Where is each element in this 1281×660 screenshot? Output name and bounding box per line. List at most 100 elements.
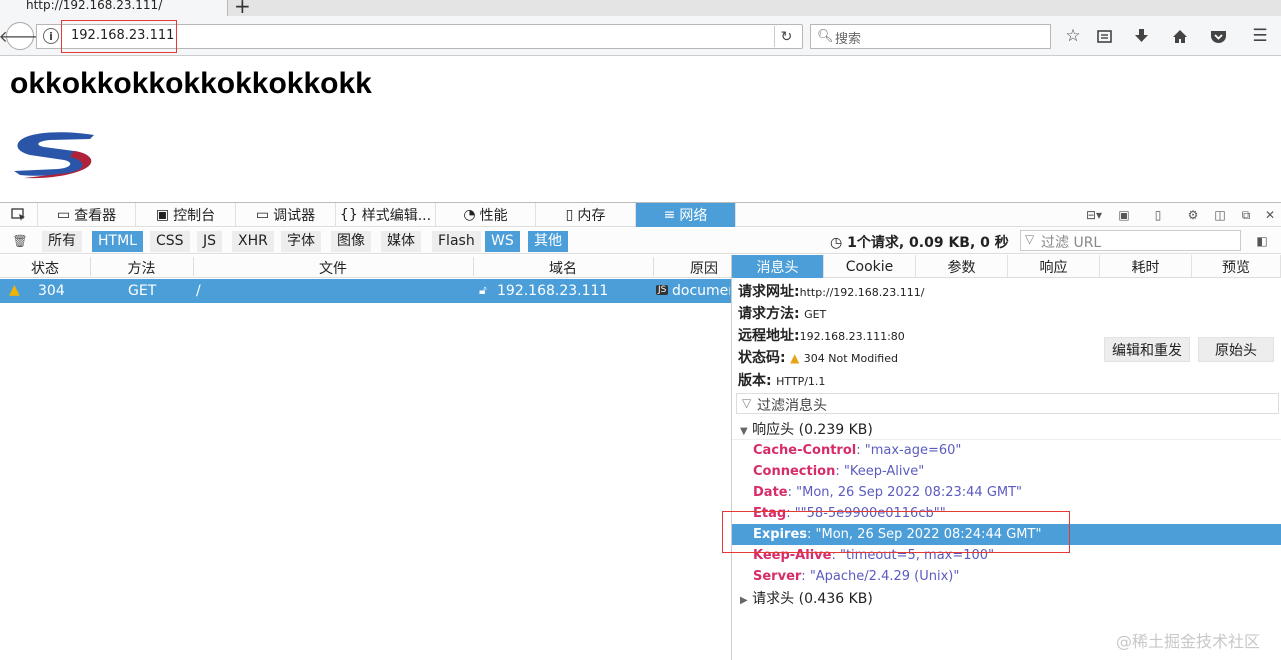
pocket-icon[interactable] xyxy=(1206,24,1230,48)
chevron-down-icon: ▼ xyxy=(740,426,748,437)
filter-js[interactable]: JS xyxy=(197,231,223,252)
tab-timings[interactable]: 耗时 xyxy=(1100,255,1192,278)
version-row: 版本: HTTP/1.1 xyxy=(738,373,826,389)
column-domain[interactable]: 域名 xyxy=(473,258,653,278)
raw-headers-button[interactable]: 原始头 xyxy=(1198,337,1274,362)
tab-response[interactable]: 响应 xyxy=(1008,255,1100,278)
filter-css[interactable]: CSS xyxy=(150,231,190,252)
split-console-icon[interactable]: ▣ xyxy=(1116,207,1132,223)
navigation-bar: 🡐 i 192.168.23.111 ↻ 🔍︎ 搜索 ☆ ☰ xyxy=(0,16,1281,56)
split-layout-icon[interactable]: ⊟▾ xyxy=(1082,207,1106,223)
header-line-expires[interactable]: Expires: "Mon, 26 Sep 2022 08:24:44 GMT" xyxy=(732,524,1281,545)
request-method-row: 请求方法: GET xyxy=(738,306,827,322)
filter-other[interactable]: 其他 xyxy=(528,231,568,252)
undock-window-icon[interactable]: ⧉ xyxy=(1238,207,1254,223)
browser-tab[interactable]: http://192.168.23.111/ xyxy=(0,0,228,16)
responsive-mode-icon[interactable]: ▯ xyxy=(1150,207,1166,223)
request-domain: 192.168.23.111 xyxy=(497,283,609,299)
dock-side-icon[interactable]: ◫ xyxy=(1212,207,1228,223)
tab-strip: http://192.168.23.111/ + xyxy=(0,0,1281,18)
tab-cookies[interactable]: Cookie xyxy=(824,255,916,278)
request-status: 304 xyxy=(38,283,65,299)
network-icon: ≡ xyxy=(663,207,676,223)
url-filter-input[interactable]: ▽ 过滤 URL xyxy=(1020,230,1241,251)
request-list-header: 状态 方法 文件 域名 原因 xyxy=(0,255,732,278)
home-icon[interactable] xyxy=(1168,24,1192,48)
column-status[interactable]: 状态 xyxy=(0,258,90,278)
tab-performance[interactable]: ◔ 性能 xyxy=(436,203,536,227)
bookmarks-list-icon[interactable] xyxy=(1092,24,1116,48)
filter-html[interactable]: HTML xyxy=(92,231,143,252)
request-headers-section[interactable]: ▶ 请求头 (0.436 KB) xyxy=(740,588,873,608)
devtools-toolbar: ▭ 查看器 ▣ 控制台 ▭ 调试器 {} 样式编辑... ◔ 性能 ▯ 内存 ≡ 网络 ⊟▾ … xyxy=(0,203,1281,227)
status-warning-icon: ▲ xyxy=(790,351,800,365)
edit-resend-button[interactable]: 编辑和重发 xyxy=(1104,337,1190,362)
close-devtools-icon[interactable]: ✕ xyxy=(1262,207,1278,223)
filter-media[interactable]: 媒体 xyxy=(381,231,421,252)
status-code-row: 状态码: ▲ 304 Not Modified xyxy=(738,350,898,366)
watermark: @稀土掘金技术社区 xyxy=(1116,632,1261,651)
insecure-connection-icon: 🔓︎ xyxy=(479,283,487,297)
header-line-connection[interactable]: Connection: "Keep-Alive" xyxy=(732,461,1281,482)
bookmark-star-icon[interactable]: ☆ xyxy=(1061,24,1085,48)
site-info-icon[interactable]: i xyxy=(43,28,59,44)
request-url-row: 请求网址:http://192.168.23.111/ xyxy=(738,284,925,300)
tab-preview[interactable]: 预览 xyxy=(1192,255,1281,278)
header-line-server[interactable]: Server: "Apache/2.4.29 (Unix)" xyxy=(732,566,1281,587)
header-line-etag[interactable]: Etag: ""58-5e9900e0116cb"" xyxy=(732,503,1281,524)
js-cause-icon: JS xyxy=(656,285,669,295)
back-button[interactable]: 🡐 xyxy=(0,22,41,50)
console-icon: ▣ xyxy=(155,207,170,223)
tab-style-editor[interactable]: {} 样式编辑... xyxy=(336,203,436,227)
filter-flash[interactable]: Flash xyxy=(432,231,481,252)
request-method-value: GET xyxy=(804,308,827,321)
menu-icon[interactable]: ☰ xyxy=(1248,24,1272,48)
details-tabs: 消息头 Cookie 参数 响应 耗时 预览 xyxy=(732,255,1281,278)
remote-address-value: 192.168.23.111:80 xyxy=(799,330,905,343)
tab-memory[interactable]: ▯ 内存 xyxy=(536,203,636,227)
column-method[interactable]: 方法 xyxy=(90,258,193,278)
tab-headers[interactable]: 消息头 xyxy=(732,255,824,278)
url-bar[interactable]: i 192.168.23.111 ↻ xyxy=(36,24,803,49)
version-value: HTTP/1.1 xyxy=(776,375,826,388)
header-line-date[interactable]: Date: "Mon, 26 Sep 2022 08:23:44 GMT" xyxy=(732,482,1281,503)
header-line-cache-control[interactable]: Cache-Control: "max-age=60" xyxy=(732,440,1281,461)
network-filter-bar: 🗑︎ 所有 HTML CSS JS XHR 字体 图像 媒体 Flash WS … xyxy=(0,228,1281,254)
toggle-sidebar-icon[interactable]: ◧ xyxy=(1254,233,1270,249)
tab-params[interactable]: 参数 xyxy=(916,255,1008,278)
tab-network[interactable]: ≡ 网络 xyxy=(636,203,736,227)
filter-all[interactable]: 所有 xyxy=(42,231,82,252)
tab-console[interactable]: ▣ 控制台 xyxy=(136,203,236,227)
settings-gear-icon[interactable]: ⚙ xyxy=(1185,207,1201,223)
filter-ws[interactable]: WS xyxy=(485,231,520,252)
tab-debugger[interactable]: ▭ 调试器 xyxy=(236,203,336,227)
memory-icon: ▯ xyxy=(565,207,574,223)
request-method: GET xyxy=(128,283,157,299)
performance-icon: ◔ xyxy=(463,207,476,223)
style-editor-icon: {} xyxy=(339,207,358,223)
clear-trash-icon[interactable]: 🗑︎ xyxy=(12,233,28,249)
pick-element-button[interactable] xyxy=(0,203,38,227)
logo-image xyxy=(10,131,96,185)
search-input[interactable]: 🔍︎ 搜索 xyxy=(810,24,1051,49)
column-file[interactable]: 文件 xyxy=(193,258,473,278)
filter-funnel-icon: ▽ xyxy=(742,396,752,410)
request-file: / xyxy=(196,283,201,299)
filter-fonts[interactable]: 字体 xyxy=(281,231,321,252)
stopwatch-icon: ◷ xyxy=(830,235,848,251)
request-cause: document xyxy=(672,283,730,299)
header-filter-input[interactable]: ▽ 过滤消息头 xyxy=(736,393,1279,414)
inspector-icon: ▭ xyxy=(56,207,71,223)
table-row[interactable]: ▲ 304 GET / 🔓︎ 192.168.23.111 JS documen… xyxy=(0,279,732,303)
response-headers-section[interactable]: ▼ 响应头 (0.239 KB) xyxy=(740,419,873,439)
tab-title: http://192.168.23.111/ xyxy=(26,0,163,12)
header-line-keep-alive[interactable]: Keep-Alive: "timeout=5, max=100" xyxy=(732,545,1281,566)
download-icon[interactable] xyxy=(1129,24,1153,48)
tab-inspector[interactable]: ▭ 查看器 xyxy=(38,203,136,227)
devtools-panel: ▭ 查看器 ▣ 控制台 ▭ 调试器 {} 样式编辑... ◔ 性能 ▯ 内存 ≡ 网络 ⊟▾ … xyxy=(0,202,1281,660)
status-code-value: 304 Not Modified xyxy=(803,352,898,365)
filter-xhr[interactable]: XHR xyxy=(232,231,274,252)
reload-icon[interactable]: ↻ xyxy=(774,26,798,47)
filter-images[interactable]: 图像 xyxy=(331,231,371,252)
request-url-value[interactable]: http://192.168.23.111/ xyxy=(800,286,925,299)
